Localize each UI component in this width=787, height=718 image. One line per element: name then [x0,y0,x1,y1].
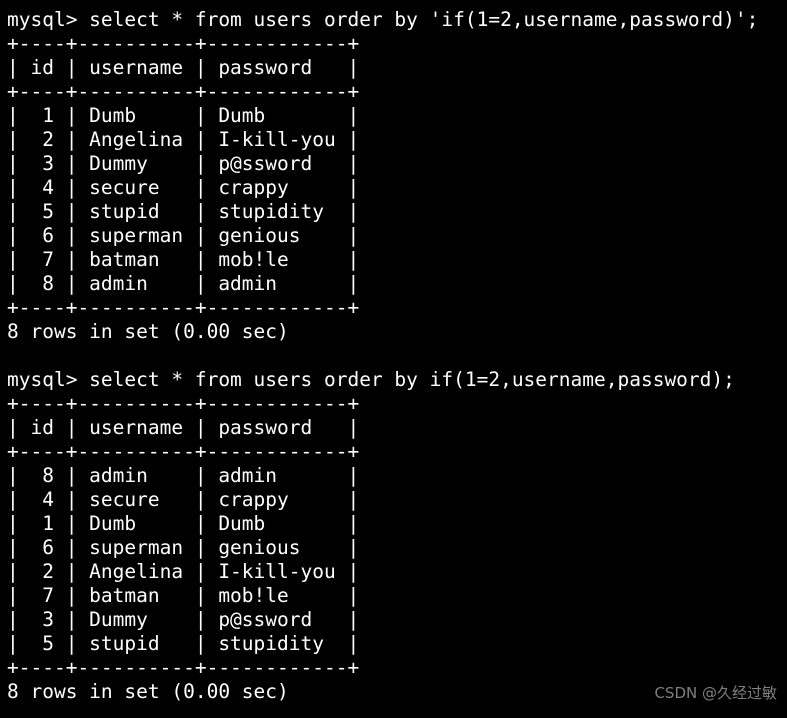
terminal-line: +----+----------+------------+ [7,392,360,415]
terminal-line: | 5 | stupid | stupidity | [7,632,360,655]
terminal-line: | id | username | password | [7,56,360,79]
terminal-line: | 8 | admin | admin | [7,464,360,487]
terminal-line: | id | username | password | [7,416,360,439]
terminal-line: +----+----------+------------+ [7,32,360,55]
terminal-line: | 8 | admin | admin | [7,272,360,295]
terminal-output: mysql> select * from users order by 'if(… [7,8,787,704]
terminal-line: | 1 | Dumb | Dumb | [7,104,360,127]
terminal-line: mysql> select * from users order by 'if(… [7,8,759,31]
terminal-line: | 7 | batman | mob!le | [7,584,360,607]
terminal-line: +----+----------+------------+ [7,296,360,319]
terminal-line: | 1 | Dumb | Dumb | [7,512,360,535]
terminal-line: | 7 | batman | mob!le | [7,248,360,271]
terminal-line: | 2 | Angelina | I-kill-you | [7,560,360,583]
terminal-line: mysql> select * from users order by if(1… [7,368,735,391]
terminal-line: | 6 | superman | genious | [7,536,360,559]
terminal-line: 8 rows in set (0.00 sec) [7,320,289,343]
terminal-line: +----+----------+------------+ [7,440,360,463]
terminal-line: | 4 | secure | crappy | [7,176,360,199]
terminal-line: +----+----------+------------+ [7,80,360,103]
terminal-line: +----+----------+------------+ [7,656,360,679]
terminal-line: | 4 | secure | crappy | [7,488,360,511]
terminal-line: | 3 | Dummy | p@ssword | [7,152,360,175]
terminal-line: | 2 | Angelina | I-kill-you | [7,128,360,151]
terminal-line: | 3 | Dummy | p@ssword | [7,608,360,631]
terminal-window[interactable]: mysql> select * from users order by 'if(… [0,0,787,718]
csdn-watermark: CSDN @久经过敏 [654,684,777,702]
terminal-line: | 5 | stupid | stupidity | [7,200,360,223]
terminal-line: | 6 | superman | genious | [7,224,360,247]
